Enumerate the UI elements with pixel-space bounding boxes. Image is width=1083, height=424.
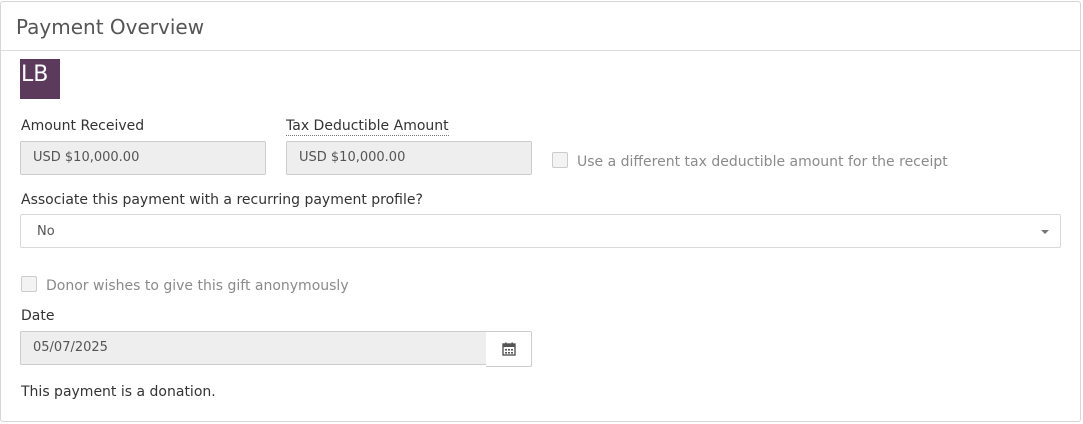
different-tax-amount-checkbox[interactable]: [552, 152, 568, 168]
different-tax-amount-label: Use a different tax deductible amount fo…: [577, 154, 948, 170]
recurring-profile-label: Associate this payment with a recurring …: [21, 192, 423, 208]
date-label: Date: [21, 308, 55, 324]
recurring-profile-select[interactable]: No: [20, 214, 1061, 248]
caret-down-icon: [1041, 230, 1049, 234]
tax-deductible-field[interactable]: USD $10,000.00: [286, 141, 532, 175]
anonymous-gift-checkbox[interactable]: [21, 276, 37, 292]
calendar-button[interactable]: [486, 331, 532, 367]
calendar-icon: [501, 342, 516, 356]
tax-deductible-label[interactable]: Tax Deductible Amount: [286, 117, 449, 136]
donation-info-text: This payment is a donation.: [21, 384, 216, 400]
date-field[interactable]: 05/07/2025: [20, 331, 487, 365]
panel-header: Payment Overview: [1, 2, 1080, 51]
recurring-profile-value: No: [37, 224, 55, 239]
amount-received-label: Amount Received: [21, 118, 145, 134]
avatar: LB: [20, 59, 60, 99]
amount-received-field[interactable]: USD $10,000.00: [20, 141, 266, 175]
panel-title: Payment Overview: [16, 15, 205, 39]
anonymous-gift-label: Donor wishes to give this gift anonymous…: [46, 278, 349, 294]
